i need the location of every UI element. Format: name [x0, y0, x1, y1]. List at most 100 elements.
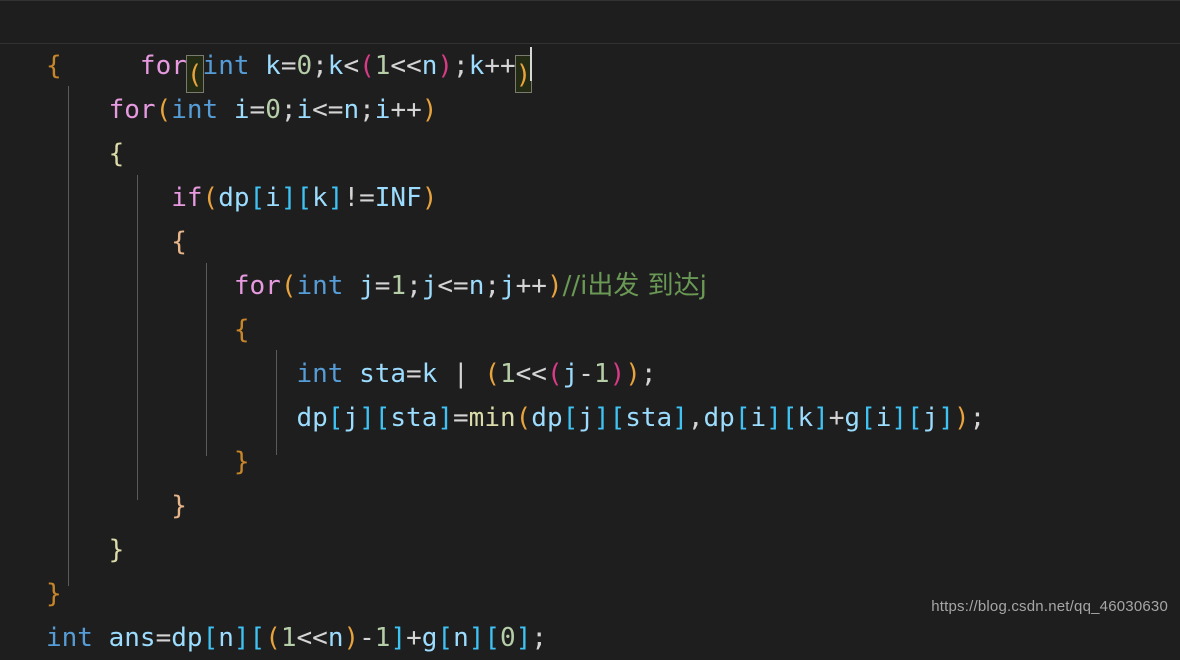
- brace-close-depth3: }: [171, 491, 187, 521]
- var-sta-l10: sta: [390, 403, 438, 433]
- var-i: i: [233, 95, 250, 125]
- var-k-l9: k: [421, 359, 438, 389]
- var-i-l10b: i: [875, 403, 892, 433]
- op-semicolon-l3: ;: [280, 95, 297, 125]
- bracket-open-l15c: [: [437, 623, 454, 653]
- brace-open-depth2: {: [108, 139, 125, 169]
- bracket-open-l15a: [: [202, 623, 219, 653]
- paren-close-l7: ): [546, 271, 563, 301]
- var-j-l10: j: [343, 403, 360, 433]
- var-g-l10: g: [844, 403, 861, 433]
- code-line-6[interactable]: {: [0, 220, 1180, 264]
- num-one-l9: 1: [499, 359, 516, 389]
- keyword-for-2: for: [108, 95, 156, 125]
- code-text-area[interactable]: for(int k=0;k<(1<<n);k++) { for(int i=0;…: [0, 0, 1180, 653]
- op-semicolon-l7: ;: [406, 271, 422, 301]
- bracket-close-l10e: ]: [766, 403, 782, 433]
- const-inf: INF: [374, 183, 422, 213]
- op-assign-l9: =: [406, 359, 422, 389]
- code-line-13[interactable]: }: [0, 528, 1180, 572]
- op-assign-l3: =: [249, 95, 266, 125]
- code-line-3[interactable]: for(int i=0;i<=n;i++): [0, 88, 1180, 132]
- paren-open-l5: (: [202, 183, 219, 213]
- op-semicolon-l7b: ;: [484, 271, 500, 301]
- var-n-l15c: n: [453, 623, 469, 653]
- paren-close-l15: ): [343, 623, 360, 653]
- op-minus-l15: -: [359, 623, 375, 653]
- bracket-open-l5a: [: [249, 183, 266, 213]
- var-i-inc: i: [374, 95, 391, 125]
- op-lte-l7: <=: [437, 271, 469, 301]
- op-increment-l7: ++: [515, 271, 547, 301]
- var-dp-l10b: dp: [531, 403, 563, 433]
- var-sta: sta: [359, 359, 407, 389]
- bracket-close-l5b: ]: [327, 183, 344, 213]
- var-n-l15: n: [218, 623, 234, 653]
- type-int-5: int: [46, 623, 93, 653]
- var-dp-l10c: dp: [703, 403, 735, 433]
- bracket-open-l15b: [: [249, 623, 266, 653]
- code-line-9[interactable]: int sta=k | (1<<(j-1));: [0, 352, 1180, 396]
- op-semicolon-l10: ;: [969, 403, 986, 433]
- var-i-l10: i: [750, 403, 767, 433]
- code-line-11[interactable]: }: [0, 440, 1180, 484]
- bracket-close-l15b: ]: [390, 623, 407, 653]
- brace-open-depth3: {: [171, 227, 187, 257]
- op-comma-l10: ,: [687, 403, 704, 433]
- bracket-open-l15d: [: [484, 623, 501, 653]
- op-bitor-l9: |: [437, 359, 485, 389]
- brace-open-depth4: {: [233, 315, 250, 345]
- op-assign-l7: =: [374, 271, 391, 301]
- code-line-1[interactable]: for(int k=0;k<(1<<n);k++): [0, 0, 1180, 93]
- bracket-open-l10e: [: [734, 403, 751, 433]
- code-line-7[interactable]: for(int j=1;j<=n;j++)//i出发 到达j: [0, 264, 1180, 308]
- paren-close-l10: ): [954, 403, 970, 433]
- var-i-cond: i: [296, 95, 313, 125]
- code-line-4[interactable]: {: [0, 132, 1180, 176]
- bracket-close-l10h: ]: [938, 403, 955, 433]
- bracket-close-l15d: ]: [515, 623, 532, 653]
- code-line-8[interactable]: {: [0, 308, 1180, 352]
- code-line-15[interactable]: int ans=dp[n][(1<<n)-1]+g[n][0];: [0, 616, 1180, 660]
- bracket-close-l10f: ]: [813, 403, 829, 433]
- bracket-open-l10h: [: [907, 403, 923, 433]
- bracket-open-l10f: [: [781, 403, 798, 433]
- code-line-2[interactable]: {: [0, 44, 1180, 88]
- bracket-close-l10d: ]: [672, 403, 688, 433]
- bracket-close-l10a: ]: [359, 403, 375, 433]
- num-zero-l15: 0: [500, 623, 516, 653]
- var-dp-l15: dp: [171, 623, 203, 653]
- brace-close-depth2: }: [108, 535, 125, 565]
- code-editor[interactable]: for(int k=0;k<(1<<n);k++) { for(int i=0;…: [0, 0, 1180, 653]
- op-assign-l10: =: [453, 403, 469, 433]
- op-semicolon-l15: ;: [531, 623, 547, 653]
- var-k-l5: k: [312, 183, 328, 213]
- brace-close-depth4: }: [233, 447, 250, 477]
- paren-open-l15: (: [265, 623, 281, 653]
- paren-close-l9: ): [625, 359, 641, 389]
- paren-open-l9: (: [484, 359, 500, 389]
- bracket-open-l10b: [: [374, 403, 391, 433]
- var-ans: ans: [108, 623, 156, 653]
- code-line-12[interactable]: }: [0, 484, 1180, 528]
- csdn-watermark: https://blog.csdn.net/qq_46030630: [931, 598, 1168, 615]
- code-line-10[interactable]: dp[j][sta]=min(dp[j][sta],dp[i][k]+g[i][…: [0, 396, 1180, 440]
- var-j-l9: j: [562, 359, 579, 389]
- op-semicolon-l9: ;: [640, 359, 657, 389]
- var-j-inc: j: [500, 271, 516, 301]
- num-one-l15b: 1: [374, 623, 391, 653]
- num-one-l7: 1: [390, 271, 407, 301]
- line-comment: //i出发 到达j: [562, 271, 707, 301]
- type-int-2: int: [171, 95, 219, 125]
- keyword-for-3: for: [233, 271, 281, 301]
- bracket-close-l10g: ]: [891, 403, 908, 433]
- bracket-open-l10d: [: [609, 403, 626, 433]
- op-shift-l9: <<: [515, 359, 547, 389]
- var-j: j: [359, 271, 375, 301]
- num-one-l15: 1: [280, 623, 297, 653]
- var-n-l3: n: [343, 95, 360, 125]
- type-int-3: int: [296, 271, 344, 301]
- bracket-close-l10b: ]: [437, 403, 454, 433]
- code-line-5[interactable]: if(dp[i][k]!=INF): [0, 176, 1180, 220]
- op-plus-l15: +: [406, 623, 422, 653]
